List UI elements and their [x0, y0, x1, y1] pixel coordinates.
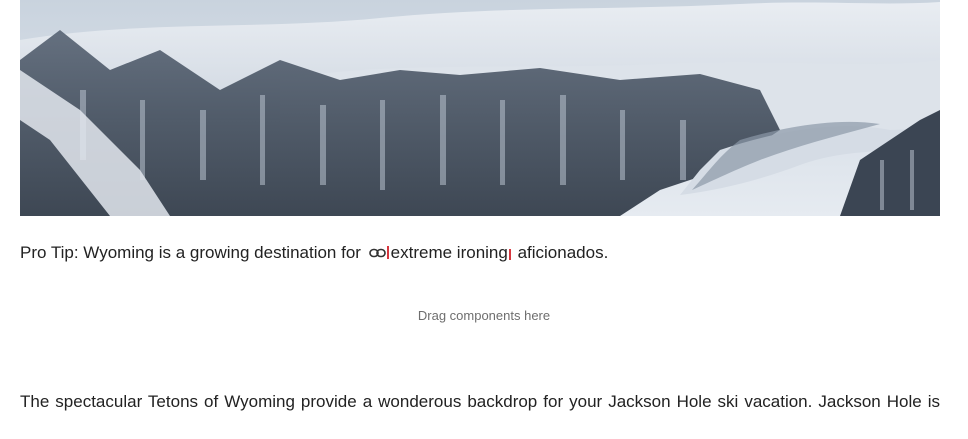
drop-zone-label: Drag components here — [417, 308, 551, 323]
component-drop-zone[interactable]: Drag components here — [20, 296, 948, 336]
extreme-ironing-link[interactable]: extreme ironing — [391, 243, 508, 262]
pro-tip-text: Pro Tip: Wyoming is a growing destinatio… — [20, 241, 608, 265]
hero-image[interactable] — [20, 0, 940, 216]
link-icon[interactable] — [368, 248, 386, 258]
article-paragraph-line: The spectacular Tetons of Wyoming provid… — [20, 392, 940, 411]
selection-end-marker — [508, 249, 511, 261]
pro-tip-prefix: Pro Tip: Wyoming is a growing destinatio… — [20, 243, 366, 262]
selection-start-marker — [386, 246, 389, 260]
article-paragraph: The spectacular Tetons of Wyoming provid… — [20, 390, 940, 414]
pro-tip-suffix: aficionados. — [512, 243, 609, 262]
